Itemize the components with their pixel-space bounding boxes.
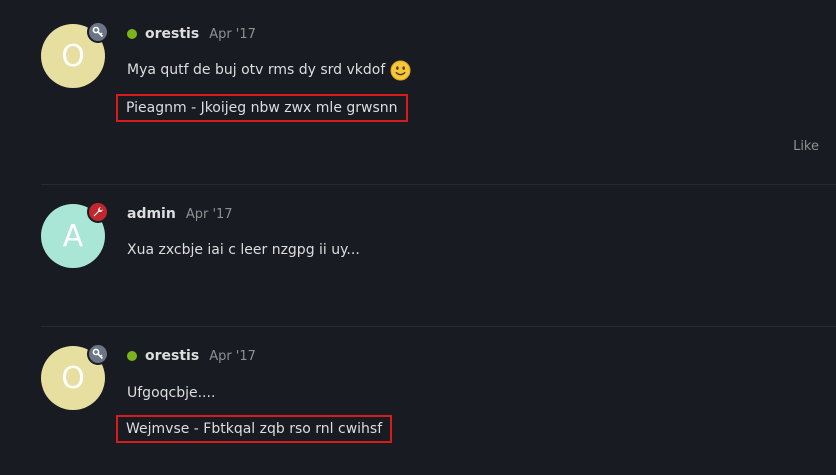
highlighted-text-content: Pieagnm - Jkoijeg nbw zwx mle grwsnn — [126, 100, 398, 116]
post-date[interactable]: Apr '17 — [209, 349, 256, 364]
post-text: Mya qutf de buj otv rms dy srd vkdof — [127, 58, 411, 82]
avatar-letter: O — [61, 360, 85, 396]
post-divider — [41, 326, 836, 327]
like-button[interactable]: Like — [793, 139, 819, 154]
avatar-letter: O — [61, 38, 85, 74]
post-meta: orestis Apr '17 — [127, 24, 256, 44]
username[interactable]: orestis — [145, 348, 199, 364]
post-divider — [41, 184, 836, 185]
highlighted-text-content: Wejmvse - Fbtkqal zqb rso rnl cwihsf — [126, 421, 383, 437]
online-indicator — [127, 351, 137, 361]
post-meta: orestis Apr '17 — [127, 346, 256, 366]
post-date[interactable]: Apr '17 — [209, 27, 256, 42]
key-icon — [87, 21, 109, 43]
post-text-content: Xua zxcbje iai c leer nzgpg ii uy... — [127, 242, 360, 258]
post-text: Xua zxcbje iai c leer nzgpg ii uy... — [127, 238, 360, 262]
avatar-letter: A — [62, 218, 84, 254]
wrench-icon — [87, 201, 109, 223]
post-text: Ufgoqcbje.... — [127, 381, 215, 405]
key-icon — [87, 343, 109, 365]
post-text-content: Ufgoqcbje.... — [127, 385, 216, 401]
post-text-content: Mya qutf de buj otv rms dy srd vkdof — [127, 62, 386, 78]
post-meta: admin Apr '17 — [127, 204, 233, 224]
online-indicator — [127, 29, 137, 39]
highlighted-text: Wejmvse - Fbtkqal zqb rso rnl cwihsf — [116, 415, 393, 443]
username[interactable]: admin — [127, 206, 176, 222]
post-date[interactable]: Apr '17 — [186, 207, 233, 222]
username[interactable]: orestis — [145, 26, 199, 42]
slightly-smiling-face-icon — [390, 59, 411, 81]
highlighted-text: Pieagnm - Jkoijeg nbw zwx mle grwsnn — [116, 94, 408, 122]
